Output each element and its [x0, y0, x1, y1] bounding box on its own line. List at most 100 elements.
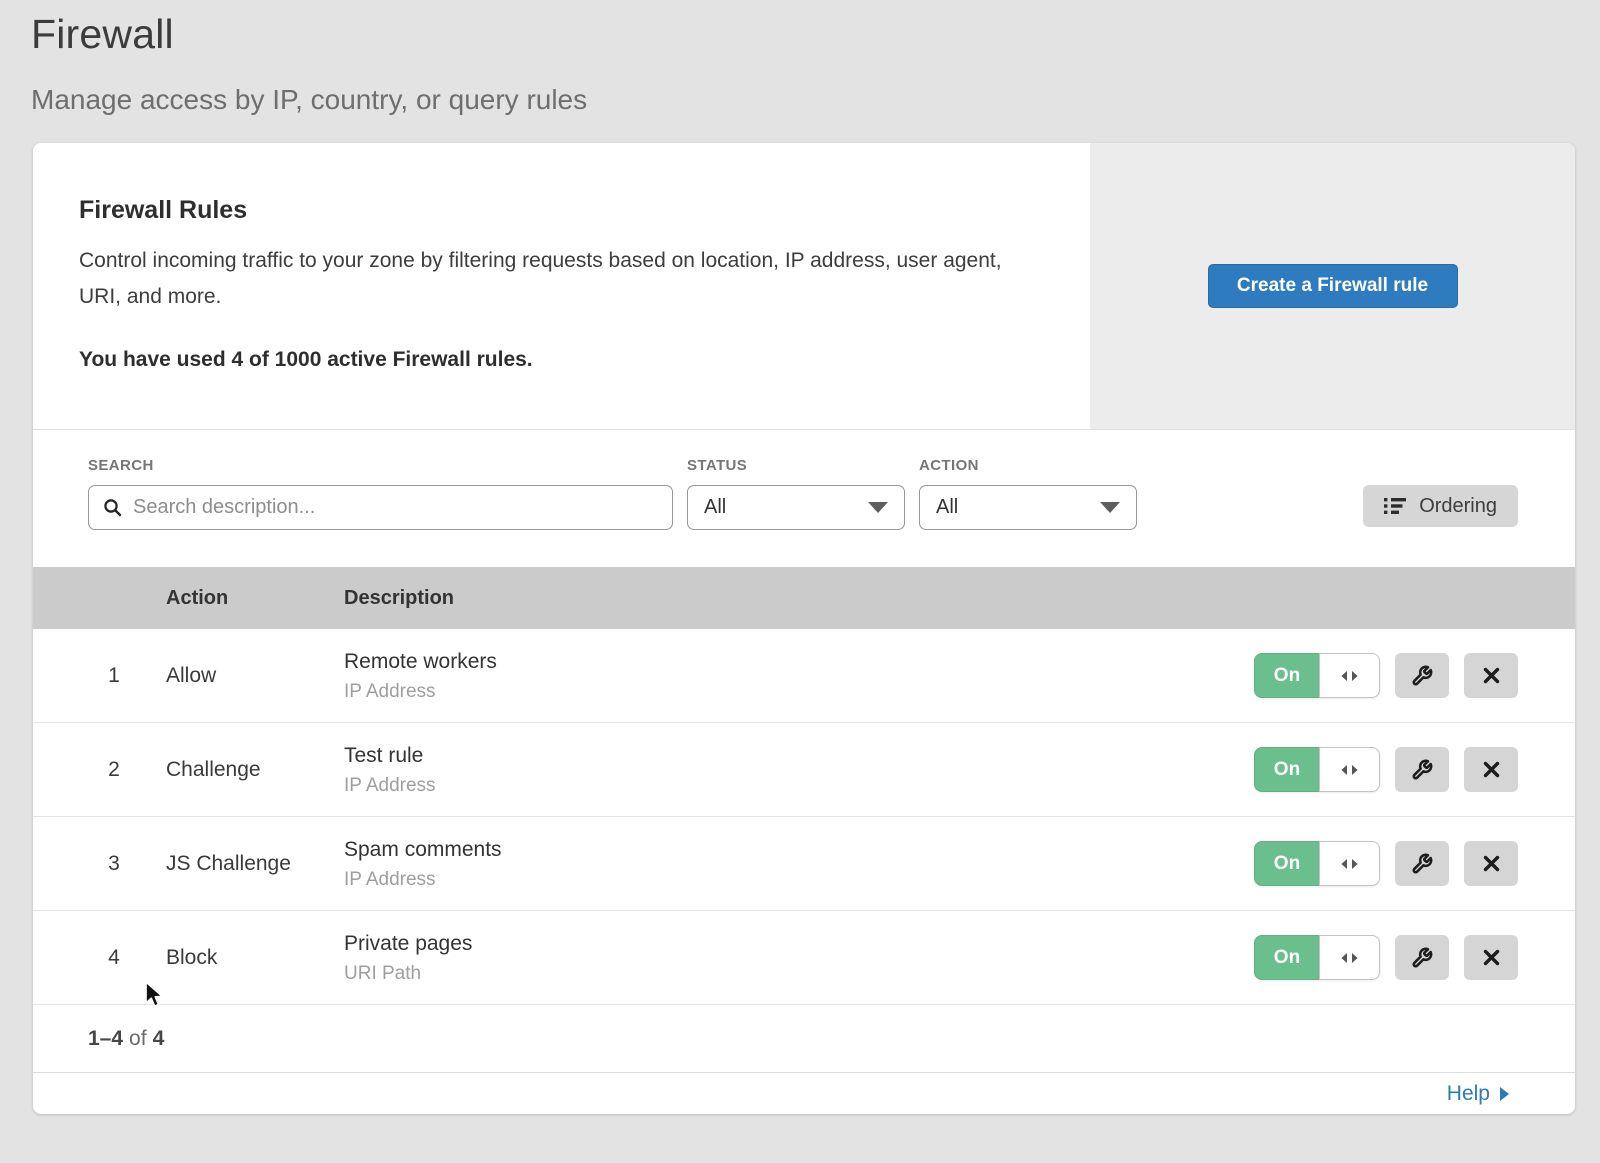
action-label: ACTION	[919, 457, 1137, 475]
close-icon	[1482, 666, 1501, 685]
rule-match-type: IP Address	[344, 775, 1254, 797]
create-rule-panel: Create a Firewall rule	[1090, 143, 1575, 429]
rule-action: Block	[166, 946, 344, 970]
rule-description: Test rule	[344, 743, 1254, 768]
table-row: 1 Allow Remote workers IP Address On	[33, 629, 1575, 723]
edit-rule-button[interactable]	[1395, 935, 1449, 980]
toggle-on-label: On	[1254, 841, 1319, 886]
card-header-left: Firewall Rules Control incoming traffic …	[33, 143, 1090, 429]
rule-priority: 4	[88, 946, 140, 970]
rule-description-cell: Private pages URI Path	[344, 931, 1254, 985]
search-input[interactable]	[133, 496, 658, 519]
edit-rule-button[interactable]	[1395, 653, 1449, 698]
rule-enabled-toggle[interactable]: On	[1254, 935, 1380, 980]
firewall-page: Firewall Manage access by IP, country, o…	[0, 0, 1600, 1114]
create-firewall-rule-button[interactable]: Create a Firewall rule	[1208, 264, 1458, 308]
page-title: Firewall	[31, 9, 1600, 59]
help-link[interactable]: Help	[1447, 1082, 1509, 1106]
toggle-on-label: On	[1254, 935, 1319, 980]
help-link-label: Help	[1447, 1082, 1490, 1106]
card-header: Firewall Rules Control incoming traffic …	[33, 143, 1575, 430]
close-icon	[1482, 948, 1501, 967]
delete-rule-button[interactable]	[1464, 653, 1518, 698]
rule-controls: On	[1254, 841, 1518, 886]
rule-description-cell: Remote workers IP Address	[344, 649, 1254, 703]
right-triangle-icon	[1500, 1087, 1509, 1101]
table-row: 3 JS Challenge Spam comments IP Address …	[33, 817, 1575, 911]
pagination-range: 1–4	[88, 1027, 123, 1051]
table-row: 4 Block Private pages URI Path On	[33, 911, 1575, 1005]
rule-match-type: IP Address	[344, 869, 1254, 891]
chevron-down-icon	[1100, 502, 1120, 513]
firewall-rules-card: Firewall Rules Control incoming traffic …	[33, 143, 1575, 1114]
rule-controls: On	[1254, 935, 1518, 980]
wrench-icon	[1411, 853, 1433, 875]
edit-rule-button[interactable]	[1395, 747, 1449, 792]
left-right-arrows-icon	[1339, 670, 1360, 682]
left-right-arrows-icon	[1339, 952, 1360, 964]
rule-enabled-toggle[interactable]: On	[1254, 747, 1380, 792]
delete-rule-button[interactable]	[1464, 747, 1518, 792]
delete-rule-button[interactable]	[1464, 935, 1518, 980]
filters-bar: SEARCH STATUS All ACTION	[33, 430, 1575, 567]
left-right-arrows-icon	[1339, 764, 1360, 776]
toggle-drag-handle[interactable]	[1319, 935, 1380, 980]
rule-description: Spam comments	[344, 837, 1254, 862]
toggle-drag-handle[interactable]	[1319, 747, 1380, 792]
rule-description: Private pages	[344, 931, 1254, 956]
search-filter-group: SEARCH	[88, 457, 673, 530]
status-selected-value: All	[704, 496, 726, 519]
rule-priority: 2	[88, 758, 140, 782]
column-header-action: Action	[166, 587, 344, 610]
rule-description: Remote workers	[344, 649, 1254, 674]
search-icon	[103, 498, 122, 517]
rule-match-type: IP Address	[344, 681, 1254, 703]
card-heading: Firewall Rules	[79, 195, 1030, 225]
rule-priority: 3	[88, 852, 140, 876]
rule-description-cell: Test rule IP Address	[344, 743, 1254, 797]
rule-match-type: URI Path	[344, 963, 1254, 985]
toggle-drag-handle[interactable]	[1319, 653, 1380, 698]
ordering-list-icon	[1384, 497, 1407, 515]
chevron-down-icon	[868, 502, 888, 513]
rule-action: JS Challenge	[166, 852, 344, 876]
wrench-icon	[1411, 665, 1433, 687]
rule-controls: On	[1254, 653, 1518, 698]
column-header-description: Description	[344, 587, 1518, 610]
table-header: Action Description	[33, 567, 1575, 629]
left-right-arrows-icon	[1339, 858, 1360, 870]
close-icon	[1482, 760, 1501, 779]
rule-action: Allow	[166, 664, 344, 688]
rule-enabled-toggle[interactable]: On	[1254, 841, 1380, 886]
pagination: 1–4 of 4	[33, 1005, 1575, 1073]
close-icon	[1482, 854, 1501, 873]
toggle-on-label: On	[1254, 653, 1319, 698]
page-subtitle: Manage access by IP, country, or query r…	[31, 83, 1600, 117]
card-description: Control incoming traffic to your zone by…	[79, 243, 1024, 315]
wrench-icon	[1411, 759, 1433, 781]
pagination-total: 4	[153, 1027, 165, 1051]
action-select[interactable]: All	[919, 485, 1137, 530]
rule-priority: 1	[88, 664, 140, 688]
pagination-of: of	[129, 1027, 147, 1051]
search-box	[88, 485, 673, 530]
rules-table-body: 1 Allow Remote workers IP Address On	[33, 629, 1575, 1005]
rule-description-cell: Spam comments IP Address	[344, 837, 1254, 891]
toggle-on-label: On	[1254, 747, 1319, 792]
rule-enabled-toggle[interactable]: On	[1254, 653, 1380, 698]
ordering-button-label: Ordering	[1419, 495, 1497, 518]
card-footer: Help	[33, 1073, 1575, 1114]
status-label: STATUS	[687, 457, 905, 475]
toggle-drag-handle[interactable]	[1319, 841, 1380, 886]
status-select[interactable]: All	[687, 485, 905, 530]
action-filter-group: ACTION All	[919, 457, 1137, 530]
page-header: Firewall Manage access by IP, country, o…	[0, 0, 1600, 117]
delete-rule-button[interactable]	[1464, 841, 1518, 886]
rule-action: Challenge	[166, 758, 344, 782]
edit-rule-button[interactable]	[1395, 841, 1449, 886]
usage-note: You have used 4 of 1000 active Firewall …	[79, 348, 1030, 372]
wrench-icon	[1411, 947, 1433, 969]
table-row: 2 Challenge Test rule IP Address On	[33, 723, 1575, 817]
ordering-button[interactable]: Ordering	[1363, 485, 1518, 527]
action-selected-value: All	[936, 496, 958, 519]
